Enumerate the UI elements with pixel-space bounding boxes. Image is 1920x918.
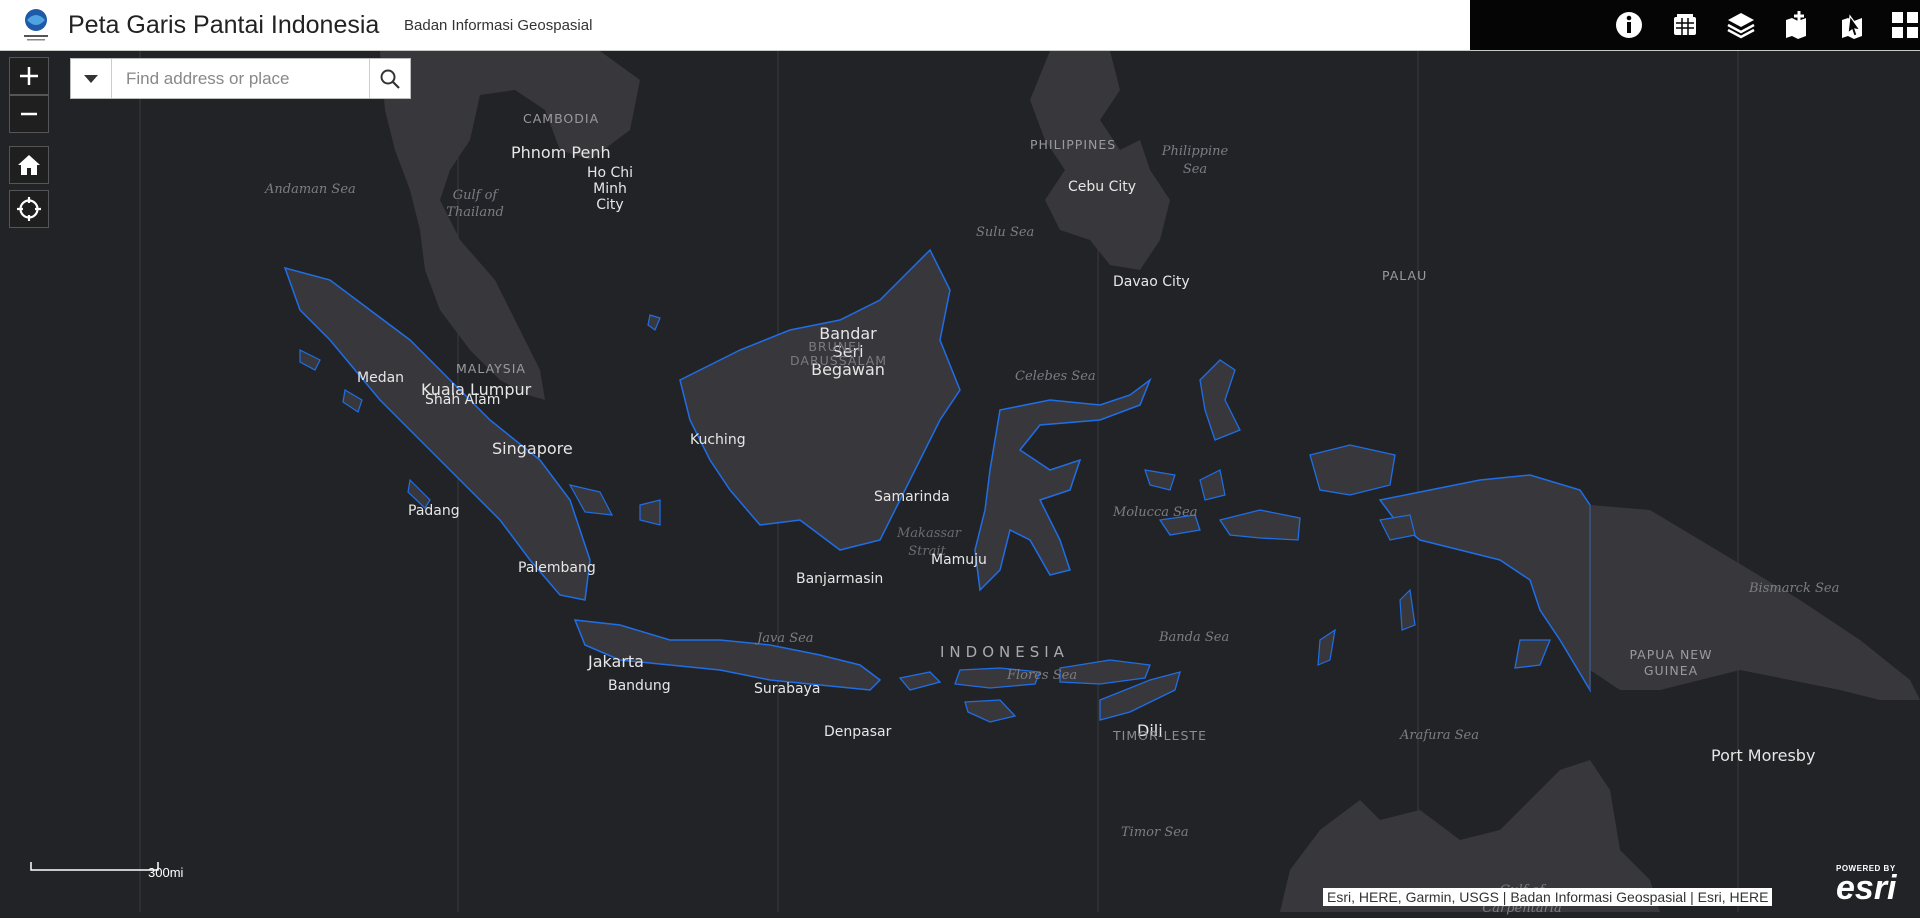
select-icon[interactable]: [1836, 8, 1870, 42]
basemap: [139, 51, 1920, 912]
label-surabaya: Surabaya: [754, 681, 821, 697]
toolbar: [1470, 0, 1920, 50]
label-denpasar: Denpasar: [824, 724, 892, 740]
label-bismarck-sea: Bismarck Sea: [1749, 581, 1840, 596]
label-philippines: PHILIPPINES: [1030, 137, 1117, 152]
label-cebu: Cebu City: [1068, 179, 1137, 195]
label-banjarmasin: Banjarmasin: [796, 571, 884, 587]
label-celebes-sea: Celebes Sea: [1015, 369, 1096, 384]
label-banda-sea: Banda Sea: [1159, 630, 1230, 645]
label-shah-alam: Shah Alam: [425, 392, 501, 408]
label-cambodia: CAMBODIA: [523, 111, 600, 126]
big-logo-icon: [24, 9, 48, 41]
map-view[interactable]: CAMBODIA Phnom Penh Ho Chi Minh City And…: [0, 51, 1920, 916]
search-source-dropdown[interactable]: [71, 59, 112, 98]
label-kuching: Kuching: [690, 432, 746, 448]
label-flores-sea: Flores Sea: [1007, 668, 1078, 683]
zoom-out-button[interactable]: [9, 95, 49, 133]
search-input[interactable]: [112, 59, 369, 98]
layers-icon[interactable]: [1724, 8, 1758, 42]
esri-brand: esri: [1836, 869, 1897, 907]
scale-bar-line: [30, 862, 159, 871]
home-button[interactable]: [9, 146, 49, 184]
attribution: Esri, HERE, Garmin, USGS | Badan Informa…: [1323, 888, 1773, 906]
zoom-in-button[interactable]: [9, 57, 49, 95]
label-palau: PALAU: [1382, 268, 1428, 283]
search-widget: [70, 58, 411, 99]
basemap-gallery-icon[interactable]: [1668, 8, 1702, 42]
info-icon[interactable]: [1612, 8, 1646, 42]
label-sulu-sea: Sulu Sea: [976, 225, 1035, 240]
label-philippine-sea: Philippine Sea: [1161, 144, 1229, 177]
label-padang: Padang: [408, 503, 460, 519]
app-subtitle: Badan Informasi Geospasial: [404, 17, 593, 34]
label-malaysia: MALAYSIA: [456, 361, 526, 376]
label-davao: Davao City: [1113, 274, 1190, 290]
app-header: Peta Garis Pantai Indonesia Badan Inform…: [0, 0, 1920, 51]
label-bandung: Bandung: [608, 678, 671, 694]
minus-icon: [21, 112, 37, 116]
label-gulf-thailand: Gulf of Thailand: [446, 188, 504, 220]
app-title: Peta Garis Pantai Indonesia: [68, 11, 380, 39]
scale-bar-label: 300mi: [148, 865, 184, 880]
scale-bar: 300mi: [30, 861, 183, 886]
label-singapore: Singapore: [492, 439, 573, 458]
apps-grid-icon[interactable]: [1888, 8, 1920, 42]
plus-icon: [20, 67, 38, 85]
label-indonesia: INDONESIA: [940, 643, 1069, 661]
chevron-down-icon: [84, 74, 98, 83]
home-icon: [18, 155, 40, 175]
label-palembang: Palembang: [518, 560, 596, 576]
label-port-moresby: Port Moresby: [1711, 746, 1816, 765]
label-medan: Medan: [357, 370, 405, 386]
locate-icon: [17, 197, 41, 221]
label-png: PAPUA NEW GUINEA: [1629, 647, 1713, 678]
label-timor-leste: TIMOR-LESTE: [1113, 728, 1207, 743]
label-jakarta: Jakarta: [588, 652, 644, 671]
add-data-icon[interactable]: [1780, 8, 1814, 42]
label-mamuju: Mamuju: [931, 552, 987, 568]
label-molucca-sea: Molucca Sea: [1113, 505, 1198, 520]
label-java-sea: Java Sea: [757, 631, 814, 646]
label-timor-sea: Timor Sea: [1121, 825, 1189, 840]
label-arafura-sea: Arafura Sea: [1400, 728, 1479, 743]
label-samarinda: Samarinda: [874, 489, 950, 505]
label-phnom-penh: Phnom Penh: [511, 143, 611, 162]
esri-logo: POWERED BY esri: [1836, 864, 1897, 907]
label-hcmc: Ho Chi Minh City: [586, 165, 634, 213]
label-andaman-sea: Andaman Sea: [265, 182, 356, 197]
locate-button[interactable]: [9, 190, 49, 228]
label-brunei: BRUNEI DARUSSALAM: [790, 339, 888, 368]
search-icon: [380, 69, 400, 89]
search-button[interactable]: [369, 59, 410, 98]
